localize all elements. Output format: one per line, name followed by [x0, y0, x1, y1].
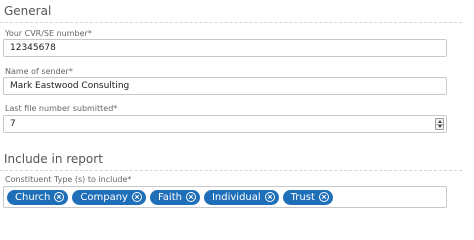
- decrement-button[interactable]: [436, 124, 443, 129]
- section-title-include-in-report: Include in report: [4, 152, 103, 166]
- tag-label: Company: [80, 191, 128, 203]
- remove-icon[interactable]: [185, 192, 196, 202]
- section-divider: [0, 22, 462, 23]
- cvr-label: Your CVR/SE number*: [5, 29, 92, 38]
- file-number-label: Last file number submitted*: [5, 104, 118, 113]
- constituent-type-select[interactable]: Church Company Faith Individual Trust: [3, 186, 447, 208]
- sender-label: Name of sender*: [5, 67, 73, 76]
- tag-label: Trust: [290, 191, 315, 203]
- tag-label: Church: [15, 191, 51, 203]
- tag-label: Faith: [157, 191, 182, 203]
- remove-icon[interactable]: [318, 192, 329, 202]
- file-number-input[interactable]: [3, 115, 447, 133]
- number-spinner: [435, 118, 444, 130]
- tag-label: Individual: [211, 191, 261, 203]
- tag-trust: Trust: [282, 189, 333, 205]
- cvr-input[interactable]: [3, 39, 447, 57]
- file-number-field: [3, 115, 447, 133]
- remove-icon[interactable]: [54, 192, 65, 202]
- remove-icon[interactable]: [264, 192, 275, 202]
- tag-individual: Individual: [203, 189, 279, 205]
- arrow-up-icon: [437, 120, 442, 123]
- arrow-down-icon: [437, 125, 442, 128]
- section-title-general: General: [4, 4, 52, 18]
- tag-church: Church: [7, 189, 69, 205]
- tag-company: Company: [72, 189, 146, 205]
- remove-icon[interactable]: [131, 192, 142, 202]
- section-divider: [0, 170, 462, 171]
- constituent-type-label: Constituent Type (s) to include*: [5, 175, 132, 184]
- sender-input[interactable]: [3, 77, 447, 95]
- tag-faith: Faith: [149, 189, 200, 205]
